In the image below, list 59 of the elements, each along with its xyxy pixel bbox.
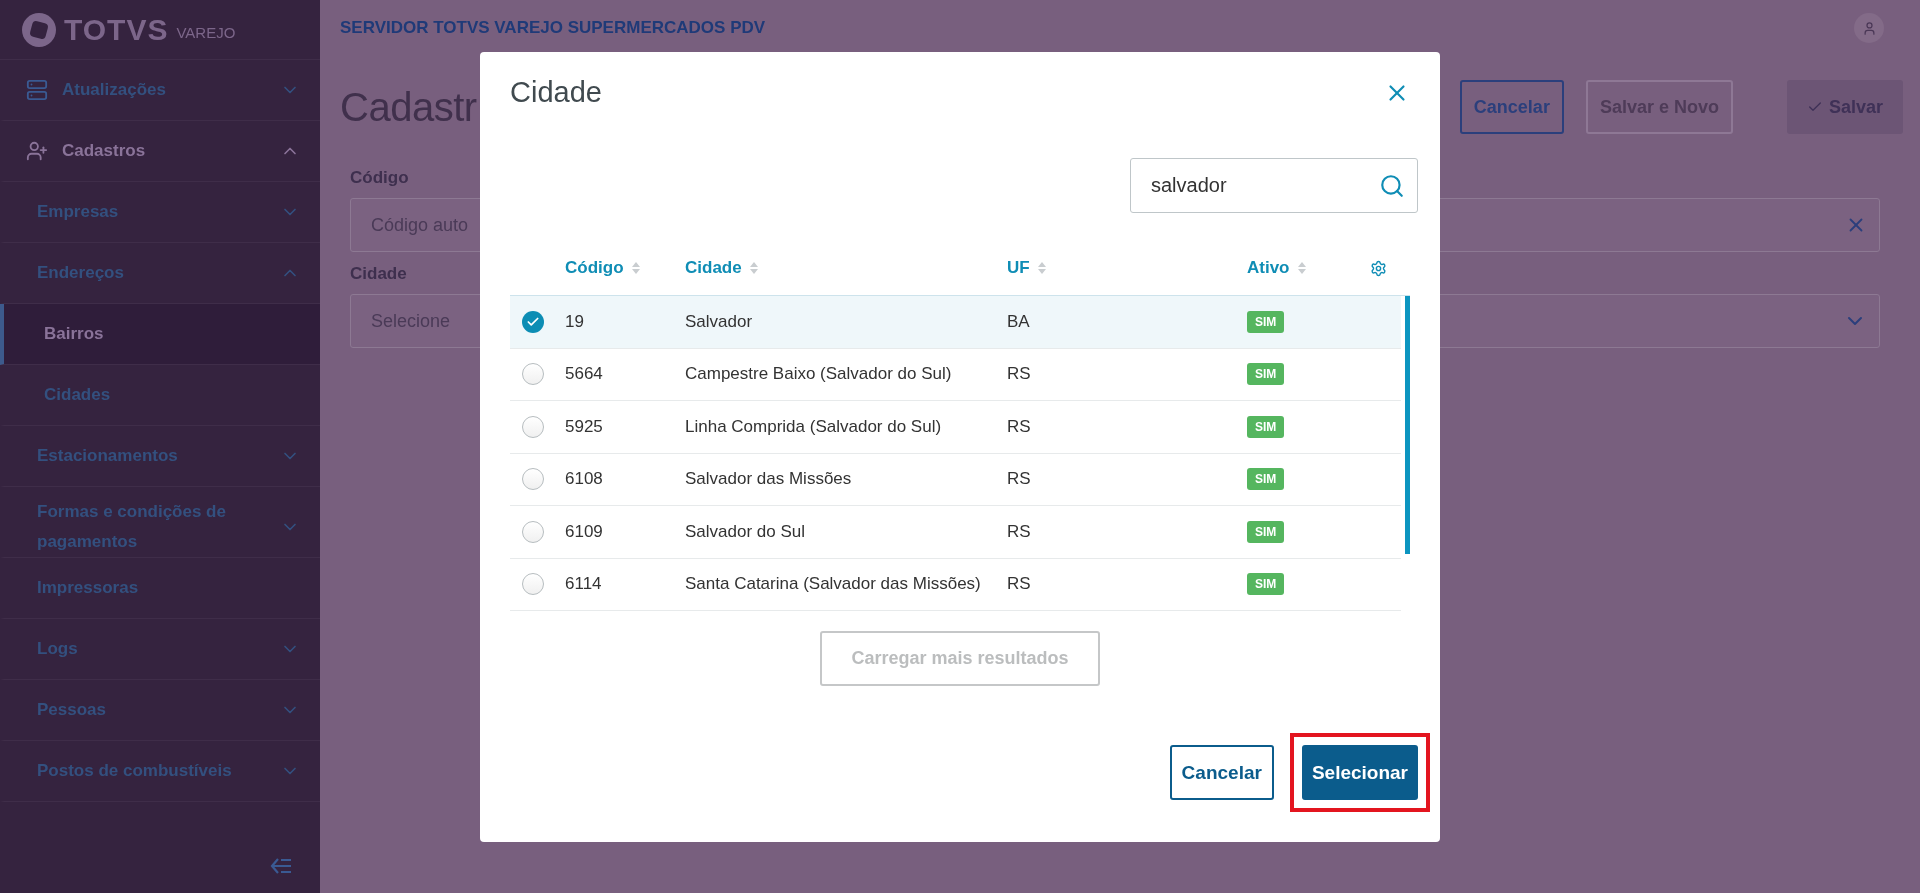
table-cell-text: 6109 <box>564 521 604 542</box>
column-header[interactable]: Ativo <box>1237 258 1370 278</box>
table-cell-text: RS <box>1006 469 1032 490</box>
field-label: Código <box>350 168 409 188</box>
scrollbar[interactable] <box>1405 296 1410 554</box>
user-plus-icon <box>26 140 48 162</box>
radio-button[interactable] <box>521 520 544 543</box>
table-cell-text: Campestre Baixo (Salvador do Sul) <box>684 364 953 385</box>
table-cell-text: BA <box>1006 311 1031 332</box>
modal-title: Cidade <box>510 76 602 109</box>
table-cell-text: RS <box>1006 521 1032 542</box>
sort-icon <box>749 262 758 274</box>
field-label: Cidade <box>350 264 407 284</box>
status-badge: SIM <box>1247 363 1285 386</box>
logo-subtitle: VAREJO <box>176 24 236 41</box>
status-badge: SIM <box>1247 415 1285 438</box>
user-avatar[interactable] <box>1854 13 1884 43</box>
radio-button[interactable] <box>521 468 544 491</box>
action-button[interactable]: Cancelar <box>1459 80 1564 134</box>
page-title: Cadastr <box>340 84 477 130</box>
table-cell-text: 5664 <box>564 364 604 385</box>
table-cell-text: Santa Catarina (Salvador das Missões) <box>684 574 982 595</box>
table-cell-text: 6108 <box>564 469 604 490</box>
table-cell-text: RS <box>1006 416 1032 437</box>
status-badge: SIM <box>1247 468 1285 491</box>
search-icon[interactable] <box>1379 172 1405 199</box>
column-header[interactable]: Cidade <box>675 258 997 278</box>
table-cell-text: Salvador <box>684 311 754 332</box>
radio-button[interactable] <box>521 310 544 333</box>
sort-icon <box>1297 262 1306 274</box>
radio-button[interactable] <box>521 363 544 386</box>
dialog-button[interactable]: Cancelar <box>1169 745 1274 800</box>
table-cell-text: Linha Comprida (Salvador do Sul) <box>684 416 943 437</box>
server-icon <box>26 79 48 101</box>
status-badge: SIM <box>1247 520 1285 543</box>
table-cell-text: 19 <box>564 311 585 332</box>
table-cell-text: RS <box>1006 574 1032 595</box>
sort-icon <box>1037 262 1046 274</box>
sort-icon <box>631 262 640 274</box>
logo-text: TOTVS <box>64 12 169 47</box>
dialog-button[interactable]: Selecionar <box>1301 745 1418 800</box>
settings-icon[interactable] <box>1370 259 1387 277</box>
table-row[interactable]: 19 Salvador BA SIM <box>510 296 1401 349</box>
sidebar-item[interactable]: Bairros <box>0 304 320 365</box>
table-cell-text: 6114 <box>564 574 603 595</box>
radio-button[interactable] <box>521 573 544 596</box>
logo-icon <box>22 12 56 47</box>
status-badge: SIM <box>1247 310 1285 333</box>
status-badge: SIM <box>1247 573 1285 596</box>
radio-button[interactable] <box>521 415 544 438</box>
search-field[interactable]: salvador <box>1130 158 1418 213</box>
server-title: SERVIDOR TOTVS VAREJO SUPERMERCADOS PDV <box>340 18 766 38</box>
table-cell-text: Salvador das Missões <box>684 469 853 490</box>
table-cell-text: RS <box>1006 364 1032 385</box>
column-header[interactable]: Código <box>555 258 675 278</box>
table-cell-text: Salvador do Sul <box>684 521 807 542</box>
column-header[interactable]: UF <box>997 258 1237 278</box>
table-cell-text: 5925 <box>564 416 604 437</box>
collapse-menu-icon[interactable] <box>270 857 292 875</box>
